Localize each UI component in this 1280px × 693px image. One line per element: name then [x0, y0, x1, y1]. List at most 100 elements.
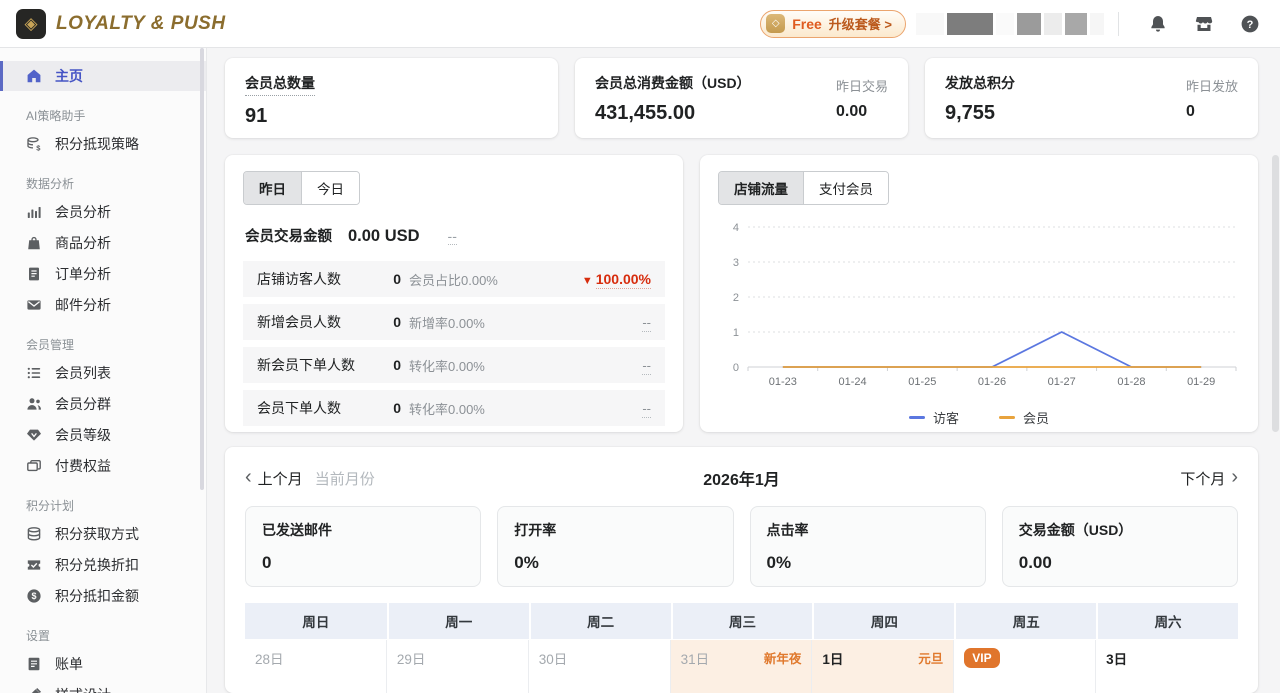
metric-name: 新增会员人数 — [257, 312, 389, 332]
metric-row-new-member-orders: 新会员下单人数 0 转化率0.00% -- — [243, 347, 665, 383]
svg-text:4: 4 — [733, 222, 739, 234]
tab-paying-members[interactable]: 支付会员 — [803, 172, 888, 204]
help-icon[interactable]: ? — [1240, 14, 1260, 34]
summary-card-click-rate: 点击率 0% — [750, 506, 986, 587]
sidebar: 主页 AI策略助手 $ 积分抵现策略 数据分析 会员分析 商品分析 订单分析 邮… — [0, 48, 207, 693]
metric-delta: -- — [551, 315, 651, 330]
txn-delta: -- — [448, 228, 457, 245]
page-scrollbar[interactable] — [1272, 155, 1279, 432]
metric-value: 0 — [389, 271, 401, 287]
holiday-label: 新年夜 — [764, 648, 802, 667]
calendar-day-cell[interactable]: VIP — [954, 640, 1096, 693]
sidebar-item-label: 会员分析 — [55, 202, 111, 222]
sidebar-item-points-earn[interactable]: 积分获取方式 — [0, 519, 206, 549]
legend-swatch — [999, 416, 1015, 419]
sidebar-item-points-deduct[interactable]: $ 积分抵扣金额 — [0, 581, 206, 611]
sidebar-section-settings: 设置 — [26, 627, 206, 644]
svg-text:2: 2 — [733, 292, 739, 304]
metric-name: 新会员下单人数 — [257, 355, 389, 375]
day-number: 1日 — [822, 648, 843, 668]
sidebar-item-label: 主页 — [55, 66, 83, 86]
home-icon — [26, 68, 42, 84]
brand-title: LOYALTY & PUSH — [56, 13, 226, 35]
sidebar-item-label: 账单 — [55, 654, 83, 674]
sidebar-item-label: 会员分群 — [55, 394, 111, 414]
sidebar-item-product-analytics[interactable]: 商品分析 — [0, 228, 206, 258]
topbar-divider — [1118, 12, 1119, 36]
holiday-label: 元旦 — [918, 648, 943, 667]
sidebar-item-member-tiers[interactable]: 会员等级 — [0, 420, 206, 450]
sidebar-section-members: 会员管理 — [26, 336, 206, 353]
metric-delta: ▼100.00% — [551, 271, 651, 287]
sidebar-item-member-analytics[interactable]: 会员分析 — [0, 197, 206, 227]
member-list-icon — [26, 365, 42, 381]
tab-yesterday[interactable]: 昨日 — [244, 172, 301, 204]
topbar: ◈ LOYALTY & PUSH ◇ Free 升级套餐 > ? — [0, 0, 1280, 48]
calendar-day-cell[interactable]: 1日 元旦 — [812, 640, 954, 693]
weekday-label: 周二 — [529, 603, 671, 639]
summary-label: 点击率 — [767, 520, 969, 540]
sidebar-item-points-strategy[interactable]: $ 积分抵现策略 — [0, 129, 206, 159]
sidebar-item-member-list[interactable]: 会员列表 — [0, 358, 206, 388]
metric-sub: 新增率0.00% — [409, 313, 551, 332]
kpi-side-value: 0 — [1186, 103, 1238, 121]
calendar-day-cell[interactable]: 29日 — [387, 640, 529, 693]
sidebar-item-paid-benefits[interactable]: 付费权益 — [0, 451, 206, 481]
tab-today[interactable]: 今日 — [301, 172, 359, 204]
sidebar-item-member-segments[interactable]: 会员分群 — [0, 389, 206, 419]
tab-store-traffic[interactable]: 店铺流量 — [719, 172, 803, 204]
legend-item[interactable]: 会员 — [999, 408, 1049, 427]
legend-label: 会员 — [1023, 408, 1049, 427]
traffic-chart: 0123401-2301-2401-2501-2601-2701-2801-29 — [718, 217, 1240, 401]
sidebar-item-label: 付费权益 — [55, 456, 111, 476]
calendar-day-cell[interactable]: 3日 — [1096, 640, 1238, 693]
sidebar-item-home[interactable]: 主页 — [0, 61, 206, 91]
calendar-days-row: 28日 29日 30日 31日 新年夜 1日 元旦 VIP 3日 — [245, 640, 1238, 693]
svg-text:1: 1 — [733, 327, 739, 339]
sidebar-item-billing[interactable]: 账单 — [0, 649, 206, 679]
sidebar-item-order-analytics[interactable]: 订单分析 — [0, 259, 206, 289]
calendar-header: ‹ 上个月 当前月份 2026年1月 下个月 › — [245, 463, 1238, 493]
style-design-icon — [26, 687, 42, 693]
svg-text:3: 3 — [733, 257, 739, 269]
legend-swatch — [909, 416, 925, 419]
upgrade-plan-button[interactable]: ◇ Free 升级套餐 > — [760, 10, 906, 38]
kpi-side-value: 0.00 — [836, 103, 888, 121]
sidebar-item-label: 会员列表 — [55, 363, 111, 383]
sidebar-section-analytics: 数据分析 — [26, 175, 206, 192]
calendar-day-cell[interactable]: 28日 — [245, 640, 387, 693]
day-number: 28日 — [255, 648, 284, 668]
metric-row-new-members: 新增会员人数 0 新增率0.00% -- — [243, 304, 665, 340]
kpi-title: 发放总积分 — [945, 73, 1015, 93]
kpi-card-total-spend: 会员总消费金额（USD） 431,455.00 昨日交易 0.00 — [575, 58, 908, 138]
sidebar-item-label: 商品分析 — [55, 233, 111, 253]
calendar-day-cell[interactable]: 30日 — [529, 640, 671, 693]
sidebar-item-style-design[interactable]: 样式设计 — [0, 680, 206, 693]
txn-label: 会员交易金额 — [245, 225, 332, 246]
order-analytics-icon — [26, 266, 42, 282]
summary-value: 0% — [514, 553, 716, 573]
email-analytics-icon — [26, 297, 42, 313]
calendar-day-cell[interactable]: 31日 新年夜 — [671, 640, 813, 693]
summary-card-emails-sent: 已发送邮件 0 — [245, 506, 481, 587]
down-arrow-icon: ▼ — [582, 275, 593, 287]
sidebar-item-label: 会员等级 — [55, 425, 111, 445]
metric-name: 会员下单人数 — [257, 398, 389, 418]
kpi-card-total-members: 会员总数量 91 — [225, 58, 558, 138]
points-deduct-icon: $ — [26, 588, 42, 604]
kpi-title: 会员总数量 — [245, 73, 315, 96]
metric-value: 0 — [389, 314, 401, 330]
product-analytics-icon — [26, 235, 42, 251]
metric-delta: -- — [551, 358, 651, 373]
metric-sub: 会员占比0.00% — [409, 270, 551, 289]
svg-text:01-27: 01-27 — [1048, 376, 1076, 388]
storefront-icon[interactable] — [1194, 14, 1214, 34]
summary-value: 0% — [767, 553, 969, 573]
legend-item[interactable]: 访客 — [909, 408, 959, 427]
sidebar-item-points-redeem[interactable]: 积分兑换折扣 — [0, 550, 206, 580]
sidebar-scrollbar[interactable] — [200, 48, 204, 490]
member-segment-icon — [26, 396, 42, 412]
notification-bell-icon[interactable] — [1148, 14, 1168, 34]
traffic-chart-panel: 店铺流量 支付会员 0123401-2301-2401-2501-2601-27… — [700, 155, 1258, 432]
sidebar-item-email-analytics[interactable]: 邮件分析 — [0, 290, 206, 320]
